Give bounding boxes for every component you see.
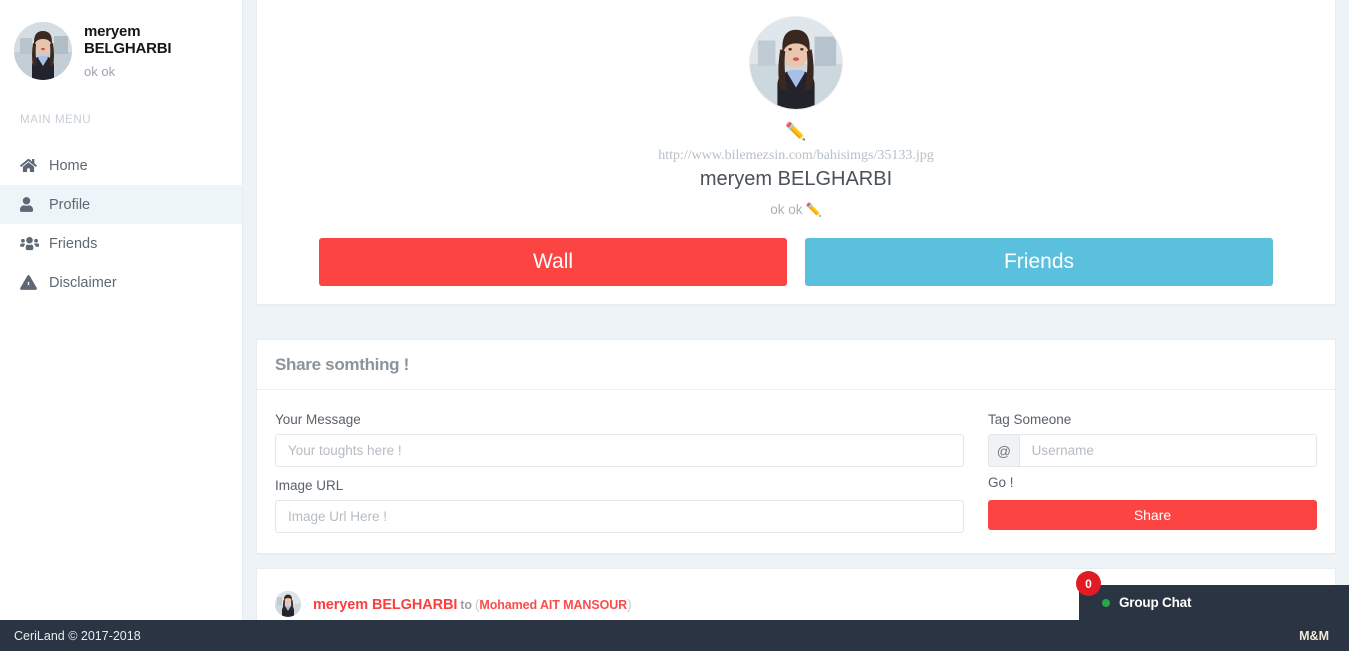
message-input[interactable] bbox=[275, 434, 964, 467]
profile-photo[interactable] bbox=[749, 16, 843, 110]
users-icon bbox=[20, 236, 42, 251]
profile-photo-icon bbox=[750, 17, 842, 109]
image-url-label: Image URL bbox=[275, 478, 344, 493]
edit-photo-pencil-icon[interactable]: ✏️ bbox=[257, 123, 1335, 140]
post-author[interactable]: meryem BELGHARBI bbox=[313, 597, 457, 613]
group-chat-widget[interactable]: 0 Group Chat bbox=[1076, 571, 1349, 620]
user-photo-icon bbox=[14, 22, 72, 80]
sidebar-item-label: Home bbox=[49, 157, 88, 174]
avatar bbox=[14, 22, 72, 80]
sidebar-user-name: meryem BELGHARBI bbox=[84, 23, 172, 57]
sidebar-item-disclaimer[interactable]: Disclaimer bbox=[0, 263, 242, 302]
sidebar-menu-title: MAIN MENU bbox=[20, 114, 92, 126]
sidebar-item-label: Profile bbox=[49, 196, 91, 213]
online-status-dot-icon bbox=[1102, 598, 1110, 607]
app-root: meryem BELGHARBI ok ok MAIN MENU Home Pr… bbox=[0, 0, 1349, 651]
tab-friends[interactable]: Friends bbox=[805, 238, 1273, 286]
sidebar-user-block: meryem BELGHARBI ok ok bbox=[0, 0, 242, 80]
user-icon bbox=[20, 197, 42, 212]
tag-input-group: @ bbox=[988, 434, 1317, 467]
profile-name: meryem BELGHARBI bbox=[699, 168, 893, 190]
post-connector: to bbox=[460, 597, 472, 612]
chat-unread-badge: 0 bbox=[1076, 571, 1101, 596]
share-card: Share somthing ! Your Message Image URL … bbox=[256, 339, 1336, 554]
post-target-user[interactable]: Mohamed AIT MANSOUR bbox=[479, 598, 627, 612]
share-form-right: Tag Someone @ Go ! Share bbox=[988, 412, 1317, 533]
at-symbol-icon: @ bbox=[988, 434, 1019, 467]
footer-brand: M&M bbox=[1299, 628, 1329, 643]
sidebar-item-profile[interactable]: Profile bbox=[0, 185, 242, 224]
sidebar-item-home[interactable]: Home bbox=[0, 146, 242, 185]
edit-bio-pencil-icon[interactable]: ✏️ bbox=[806, 202, 822, 217]
home-icon bbox=[20, 158, 42, 173]
share-card-title: Share somthing ! bbox=[275, 355, 410, 374]
tag-username-input[interactable] bbox=[1018, 434, 1317, 467]
post-close-paren: ) bbox=[627, 595, 632, 612]
profile-image-url: http://www.bilemezsin.com/bahisimgs/3513… bbox=[658, 148, 934, 163]
share-form-left: Your Message Image URL bbox=[275, 412, 964, 533]
footer: CeriLand © 2017-2018 M&M bbox=[0, 620, 1349, 651]
group-chat-label: Group Chat bbox=[1119, 595, 1192, 610]
sidebar-user-meta: meryem BELGHARBI ok ok bbox=[84, 23, 214, 79]
warning-triangle-icon bbox=[20, 275, 42, 290]
share-button[interactable]: Share bbox=[988, 500, 1317, 530]
sidebar: meryem BELGHARBI ok ok MAIN MENU Home Pr… bbox=[0, 0, 243, 651]
image-url-input[interactable] bbox=[275, 500, 964, 533]
share-card-header: Share somthing ! bbox=[257, 340, 1335, 390]
go-label[interactable]: Go ! bbox=[988, 475, 1317, 490]
profile-tabs: Wall Friends bbox=[257, 218, 1335, 286]
profile-bio: ok ok ✏️ bbox=[257, 202, 1335, 218]
sidebar-item-friends[interactable]: Friends bbox=[0, 224, 242, 263]
sidebar-user-status: ok ok bbox=[84, 64, 116, 79]
sidebar-item-label: Friends bbox=[49, 235, 98, 252]
profile-photo-wrap bbox=[257, 16, 1335, 110]
footer-copyright: CeriLand © 2017-2018 bbox=[14, 628, 141, 643]
post-title-line: meryem BELGHARBI to (Mohamed AIT MANSOUR) bbox=[313, 596, 632, 613]
main-content: ✏️ http://www.bilemezsin.com/bahisimgs/3… bbox=[243, 0, 1349, 651]
post-avatar[interactable] bbox=[275, 591, 301, 617]
post-avatar-icon bbox=[275, 591, 301, 617]
sidebar-menu: Home Profile Friends Disclaimer bbox=[0, 146, 242, 302]
sidebar-item-label: Disclaimer bbox=[49, 274, 117, 291]
share-form: Your Message Image URL Tag Someone @ Go … bbox=[257, 390, 1335, 553]
profile-card: ✏️ http://www.bilemezsin.com/bahisimgs/3… bbox=[256, 0, 1336, 305]
tag-label: Tag Someone bbox=[988, 412, 1072, 427]
profile-bio-text: ok ok bbox=[770, 202, 803, 217]
message-label: Your Message bbox=[275, 412, 361, 427]
tab-wall[interactable]: Wall bbox=[319, 238, 787, 286]
